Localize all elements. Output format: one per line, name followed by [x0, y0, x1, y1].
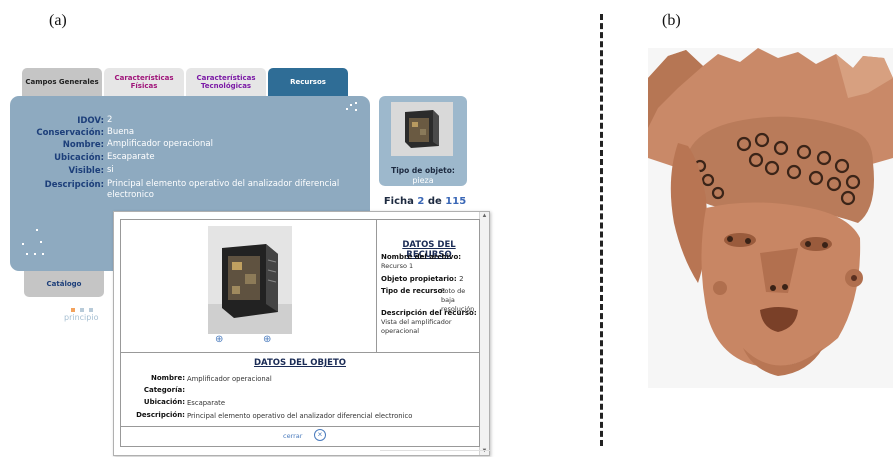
tab-label: Características Físicas: [114, 74, 174, 90]
obj-categoria-label: Categoría:: [143, 386, 185, 394]
resource-photo: [208, 226, 292, 334]
descripcion-recurso-value: Vista del amplificador operacional: [381, 318, 452, 335]
field-visible-value: si: [107, 165, 114, 175]
close-link[interactable]: cerrar: [283, 432, 302, 440]
descripcion-recurso-label: Descripción del recurso:: [381, 309, 477, 317]
tab-campos-generales[interactable]: Campos Generales: [22, 68, 102, 96]
decorative-dots: [346, 102, 360, 112]
tab-label: Características Tecnológicas: [196, 74, 256, 90]
panel-label-a: (a): [49, 12, 67, 29]
field-nombre-value: Amplificador operacional: [107, 139, 213, 149]
tipo-recurso-label: Tipo de recurso:: [381, 287, 446, 295]
zoom-out-icon[interactable]: ⊕: [263, 334, 271, 345]
obj-nombre-label: Nombre:: [151, 374, 185, 382]
field-descripcion-value: Principal elemento operativo del analiza…: [107, 179, 340, 200]
field-idov-value: 2: [107, 115, 113, 125]
obj-ubicacion-value: Escaparate: [187, 399, 226, 407]
propietario-value: 2: [459, 275, 464, 283]
resource-section: ⊕ ⊕ DATOS DEL RECURSO Nombre del archivo…: [121, 220, 479, 353]
faint-rule: [380, 450, 490, 451]
tipo-objeto-label: Tipo de objeto:: [391, 166, 455, 175]
tab-recursos[interactable]: Recursos: [268, 68, 348, 96]
close-circle-icon[interactable]: ×: [314, 429, 326, 441]
tab-label: Campos Generales: [25, 78, 99, 86]
dashed-divider: [600, 14, 603, 446]
tab-label: Recursos: [290, 78, 326, 86]
zoom-in-icon[interactable]: ⊕: [215, 334, 223, 345]
tab-catalogo[interactable]: Catálogo: [24, 271, 104, 297]
scroll-up-icon[interactable]: ▲: [480, 212, 489, 220]
resource-popup: ▲ ▼ ⊕ ⊕ DATOS DEL RECURSO Nombre del arc…: [113, 211, 490, 456]
tab-caracteristicas-tecnologicas[interactable]: Características Tecnológicas: [186, 68, 266, 96]
clay-mask-photo: [648, 48, 893, 388]
vertical-separator: [376, 220, 377, 352]
archivo-value: Recurso 1: [381, 262, 414, 270]
object-thumbnail-panel: Tipo de objeto: pieza: [379, 96, 467, 186]
panel-label-b: (b): [662, 12, 681, 29]
archivo-label: Nombre del archivo:: [381, 253, 462, 261]
scroll-down-icon[interactable]: ▼: [480, 447, 489, 455]
obj-ubicacion-label: Ubicación:: [143, 398, 185, 406]
object-thumbnail[interactable]: [391, 102, 453, 156]
record-counter: Ficha 2 de 115: [383, 196, 467, 207]
obj-descripcion-label: Descripción:: [136, 411, 185, 419]
popup-content: ⊕ ⊕ DATOS DEL RECURSO Nombre del archivo…: [120, 219, 480, 447]
decorative-dots: [22, 229, 52, 259]
pager-dot-active[interactable]: [71, 308, 75, 312]
record-current: 2: [417, 196, 425, 207]
tipo-objeto-value: pieza: [412, 176, 434, 185]
obj-descripcion-value: Principal elemento operativo del analiza…: [187, 412, 413, 420]
pager-dot[interactable]: [80, 308, 84, 312]
popup-scrollbar[interactable]: ▲ ▼: [479, 212, 489, 455]
field-ubicacion-value: Escaparate: [107, 152, 155, 162]
principio-link[interactable]: principio: [64, 313, 98, 322]
pager-dot[interactable]: [89, 308, 93, 312]
record-total: 115: [445, 196, 467, 207]
propietario-label: Objeto propietario: 2: [381, 275, 464, 283]
obj-nombre-value: Amplificador operacional: [187, 375, 272, 383]
close-row: cerrar ×: [121, 426, 479, 447]
field-conservacion-value: Buena: [107, 127, 135, 137]
datos-objeto-title: DATOS DEL OBJETO: [253, 358, 346, 368]
tab-caracteristicas-fisicas[interactable]: Características Físicas: [104, 68, 184, 96]
